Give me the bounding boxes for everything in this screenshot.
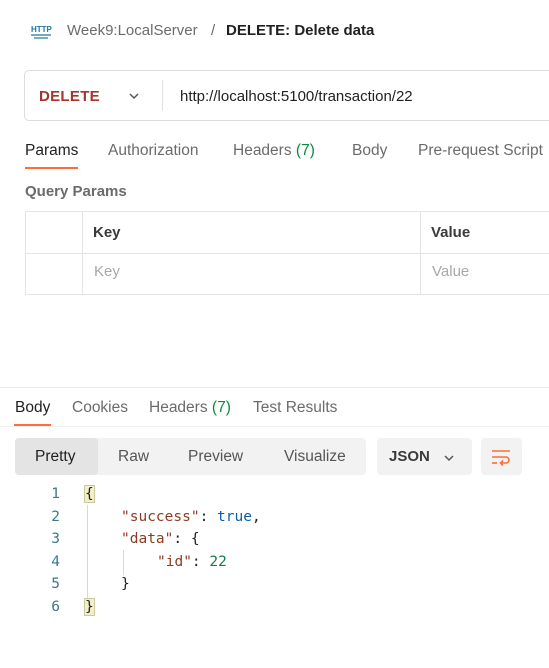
line-number: 3 (51, 531, 60, 547)
json-colon: : (173, 531, 183, 547)
view-visualize[interactable]: Visualize (284, 448, 346, 466)
response-tab-headers[interactable]: Headers (7) (149, 399, 231, 417)
view-raw[interactable]: Raw (118, 448, 149, 466)
line-number: 1 (51, 486, 60, 502)
indent-guide (123, 550, 124, 575)
code-line: "data": { (121, 531, 200, 547)
json-colon: : (199, 509, 209, 525)
column-header-value: Value (431, 224, 471, 241)
key-input[interactable]: Key (94, 263, 120, 280)
divider (162, 80, 163, 111)
breadcrumb-separator: / (211, 22, 216, 39)
url-input[interactable]: http://localhost:5100/transaction/22 (180, 88, 413, 105)
tab-params[interactable]: Params (25, 142, 78, 160)
active-tab-indicator (14, 424, 51, 426)
response-tab-headers-label: Headers (149, 399, 208, 416)
breadcrumb-parent[interactable]: Week9:LocalServer (67, 22, 198, 39)
response-tab-test-results[interactable]: Test Results (253, 399, 337, 417)
json-value: true (217, 509, 252, 525)
tab-headers-label: Headers (233, 142, 292, 159)
code-line: "id": 22 (157, 554, 227, 570)
format-label: JSON (389, 448, 430, 465)
response-headers-count: (7) (211, 399, 231, 416)
method-select[interactable]: DELETE (39, 88, 100, 105)
request-title[interactable]: DELETE: Delete data (226, 22, 374, 39)
tab-authorization[interactable]: Authorization (108, 142, 198, 160)
value-input[interactable]: Value (432, 263, 469, 280)
divider (25, 253, 549, 254)
code-brace: { (190, 531, 200, 547)
active-tab-indicator (25, 167, 78, 169)
divider (420, 211, 421, 295)
response-tab-cookies[interactable]: Cookies (72, 399, 128, 417)
wrap-lines-icon (492, 450, 510, 467)
json-value: 22 (209, 554, 227, 570)
tab-pre-request-script[interactable]: Pre-request Script (418, 142, 543, 160)
code-line: "success": true, (121, 509, 261, 525)
view-pretty[interactable]: Pretty (35, 448, 75, 466)
code-brace: { (84, 485, 95, 503)
tab-headers[interactable]: Headers (7) (233, 142, 315, 160)
json-key: "data" (121, 531, 174, 547)
line-number: 5 (51, 576, 60, 592)
json-key: "id" (157, 554, 192, 570)
chevron-down-icon (444, 455, 454, 462)
code-brace: } (121, 576, 130, 592)
line-number: 6 (51, 599, 60, 615)
json-key: "success" (121, 509, 200, 525)
view-preview[interactable]: Preview (188, 448, 243, 466)
line-number: 4 (51, 554, 60, 570)
http-icon: HTTP (31, 25, 52, 39)
chevron-down-icon[interactable] (127, 89, 141, 103)
divider (82, 211, 83, 295)
divider (0, 426, 549, 427)
code-brace: } (84, 598, 95, 616)
json-comma: , (251, 509, 261, 525)
headers-count: (7) (295, 142, 315, 159)
response-tab-body[interactable]: Body (15, 399, 50, 417)
svg-text:HTTP: HTTP (31, 25, 52, 34)
query-params-title: Query Params (25, 183, 127, 200)
line-number: 2 (51, 509, 60, 525)
pane-divider[interactable] (0, 387, 549, 388)
column-header-key: Key (93, 224, 121, 241)
indent-guide (87, 505, 88, 600)
json-colon: : (191, 554, 201, 570)
tab-body[interactable]: Body (352, 142, 387, 160)
